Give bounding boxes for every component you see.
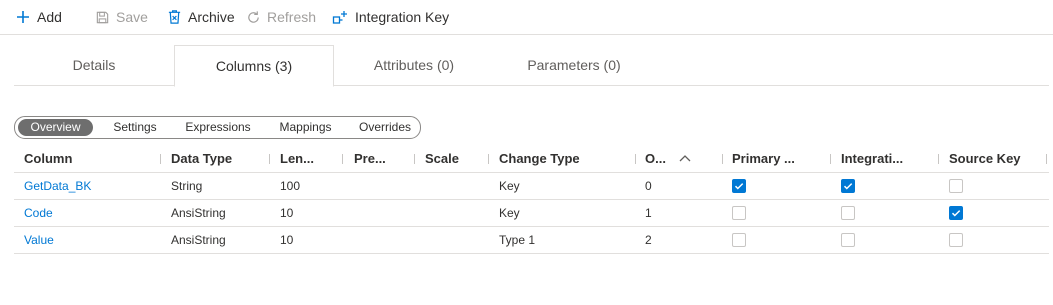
save-icon (96, 11, 109, 23)
header-source-key[interactable]: Source Key (949, 146, 1039, 172)
header-precision[interactable]: Pre... (354, 146, 409, 172)
tab-label: Columns (3) (215, 58, 293, 74)
header-column[interactable]: Column (24, 146, 154, 172)
save-label: Save (116, 9, 148, 25)
add-button[interactable]: Add (15, 0, 62, 34)
add-label: Add (37, 9, 62, 25)
save-button[interactable]: Save (95, 0, 148, 34)
tab-divider (14, 85, 1049, 86)
column-divider[interactable] (160, 154, 161, 164)
source-key-checkbox[interactable] (949, 233, 963, 247)
cell-change-type: Key (499, 179, 520, 193)
header-data-type[interactable]: Data Type (171, 146, 266, 172)
command-bar: Add Save Archive Refresh Integration Key (0, 0, 1053, 35)
cell-order: 2 (645, 233, 652, 247)
cell-length: 10 (280, 206, 294, 220)
sort-ascending-icon[interactable] (678, 153, 692, 163)
header-primary-key[interactable]: Primary ... (732, 146, 822, 172)
column-divider[interactable] (722, 154, 723, 164)
tab-label: Details (72, 57, 116, 73)
archive-button[interactable]: Archive (167, 0, 235, 34)
cell-order: 1 (645, 206, 652, 220)
integration-key-checkbox[interactable] (841, 233, 855, 247)
primary-key-checkbox[interactable] (732, 179, 746, 193)
column-divider[interactable] (830, 154, 831, 164)
tab-parameters[interactable]: Parameters (0) (494, 45, 654, 85)
source-key-checkbox[interactable] (949, 179, 963, 193)
view-mappings[interactable]: Mappings (268, 119, 343, 136)
primary-key-checkbox[interactable] (732, 233, 746, 247)
table-row[interactable]: Value AnsiString 10 Type 1 2 (14, 227, 1049, 254)
cell-order: 0 (645, 179, 652, 193)
refresh-icon (248, 10, 259, 23)
tab-details[interactable]: Details (14, 45, 174, 85)
view-overview[interactable]: Overview (18, 119, 93, 136)
integration-key-button[interactable]: Integration Key (332, 0, 449, 34)
cell-column-name[interactable]: Value (24, 227, 54, 253)
checkmark-icon (734, 183, 744, 190)
archive-label: Archive (188, 9, 235, 25)
view-settings[interactable]: Settings (105, 119, 165, 136)
grid-header: Column Data Type Len... Pre... Scale Cha… (14, 146, 1049, 173)
checkmark-icon (951, 210, 961, 217)
plus-icon (17, 11, 29, 23)
checkmark-icon (843, 183, 853, 190)
column-divider[interactable] (414, 154, 415, 164)
header-order[interactable]: O... (645, 146, 675, 172)
source-key-checkbox[interactable] (949, 206, 963, 220)
cell-length: 100 (280, 179, 301, 193)
cell-column-name[interactable]: Code (24, 200, 53, 226)
column-divider[interactable] (938, 154, 939, 164)
refresh-label: Refresh (267, 9, 317, 25)
column-divider[interactable] (1046, 154, 1047, 164)
tab-strip: Details Columns (3) Attributes (0) Param… (14, 45, 1049, 87)
cell-data-type: String (171, 179, 203, 193)
tab-label: Attributes (0) (373, 57, 455, 73)
header-change-type[interactable]: Change Type (499, 146, 629, 172)
cell-change-type: Type 1 (499, 233, 536, 247)
integration-key-label: Integration Key (355, 9, 450, 25)
cell-length: 10 (280, 233, 294, 247)
header-length[interactable]: Len... (280, 146, 335, 172)
column-divider[interactable] (635, 154, 636, 164)
header-scale[interactable]: Scale (425, 146, 480, 172)
view-overrides[interactable]: Overrides (350, 119, 420, 136)
refresh-button[interactable]: Refresh (246, 0, 316, 34)
table-row[interactable]: GetData_BK String 100 Key 0 (14, 173, 1049, 200)
primary-key-checkbox[interactable] (732, 206, 746, 220)
columns-grid: Column Data Type Len... Pre... Scale Cha… (14, 146, 1049, 254)
column-divider[interactable] (269, 154, 270, 164)
column-divider[interactable] (488, 154, 489, 164)
cell-data-type: AnsiString (171, 233, 226, 247)
view-switcher: Overview Settings Expressions Mappings O… (14, 116, 421, 139)
tab-label: Parameters (0) (527, 57, 621, 73)
integration-key-checkbox[interactable] (841, 206, 855, 220)
cell-change-type: Key (499, 206, 520, 220)
tab-columns[interactable]: Columns (3) (174, 45, 334, 87)
view-expressions[interactable]: Expressions (178, 119, 258, 136)
cell-data-type: AnsiString (171, 206, 226, 220)
table-row[interactable]: Code AnsiString 10 Key 1 (14, 200, 1049, 227)
cell-column-name[interactable]: GetData_BK (24, 173, 91, 199)
integration-key-checkbox[interactable] (841, 179, 855, 193)
key-plus-icon (332, 11, 347, 24)
archive-icon (168, 10, 181, 24)
grid-body: GetData_BK String 100 Key 0 Code AnsiString 10 K… (14, 173, 1049, 254)
tab-attributes[interactable]: Attributes (0) (334, 45, 494, 85)
header-integration-key[interactable]: Integrati... (841, 146, 931, 172)
column-divider[interactable] (342, 154, 343, 164)
